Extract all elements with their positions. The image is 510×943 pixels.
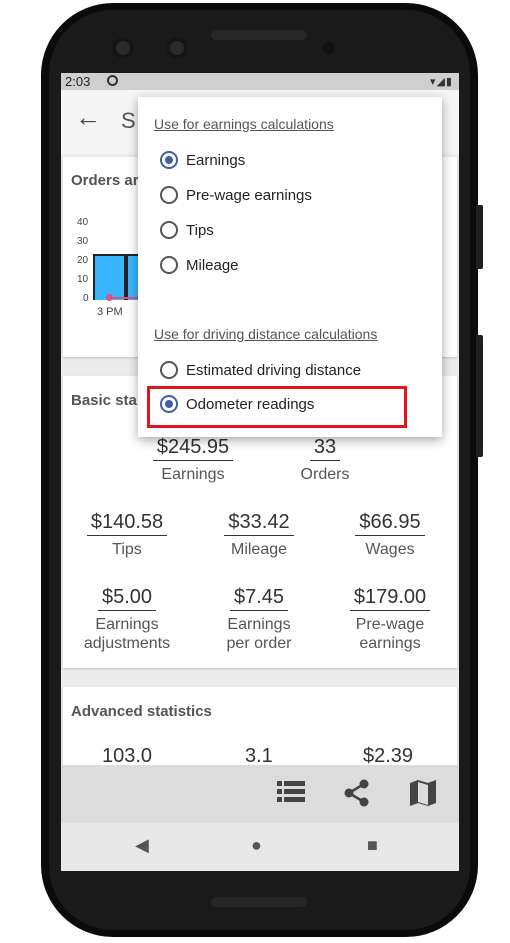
option-estimated-driving-distance[interactable]: Estimated driving distance (160, 359, 361, 381)
radio-unchecked[interactable] (160, 256, 178, 274)
radio-unchecked[interactable] (160, 221, 178, 239)
stat-label: Wages (365, 541, 415, 558)
stat-value: $140.58 (86, 511, 168, 536)
nav-recents-icon[interactable]: ■ (367, 835, 378, 856)
stat-label: Earnings (161, 466, 225, 483)
stat-value: $33.42 (224, 511, 294, 536)
status-time: 2:03 (65, 74, 91, 89)
front-camera-icon (112, 37, 134, 59)
android-nav-bar: ◀ ● ■ (61, 823, 459, 871)
volume-button (476, 205, 483, 269)
stat-wages: $66.95 Wages (330, 511, 450, 559)
nav-home-icon[interactable]: ● (251, 835, 262, 856)
sync-icon (107, 75, 118, 86)
proximity-sensor (323, 42, 335, 54)
orders-card-title: Orders ar (71, 172, 139, 189)
option-earnings[interactable]: Earnings (160, 149, 245, 171)
stat-value: 33 (309, 436, 341, 461)
y-tick-40: 40 (77, 217, 89, 228)
option-label: Pre-wage earnings (186, 186, 312, 204)
stat-label: Earnings per order (226, 616, 292, 652)
stat-value: $179.00 (349, 586, 431, 611)
option-label: Earnings (186, 151, 246, 169)
list-icon[interactable] (277, 779, 305, 805)
advanced-stats-title: Advanced statistics (71, 703, 212, 720)
status-bar: 2:03 ▾◢▮ (61, 73, 459, 90)
advanced-stats-card: Advanced statistics 103.0 3.1 $2.39 (63, 687, 457, 777)
map-icon[interactable] (409, 779, 437, 807)
bottom-speaker (211, 897, 307, 907)
option-label: Mileage (186, 256, 239, 274)
back-arrow-icon[interactable]: ← (75, 102, 101, 133)
share-icon[interactable] (344, 779, 370, 807)
y-tick-20: 20 (77, 255, 89, 266)
stat-label: Earnings adjustments (83, 616, 171, 652)
option-tips[interactable]: Tips (160, 219, 214, 241)
bottom-toolbar (61, 765, 459, 823)
stat-value: $5.00 (97, 586, 157, 611)
stat-value: $245.95 (152, 436, 234, 461)
stat-earnings: $245.95 Earnings (133, 436, 253, 484)
x-tick-label: 3 PM (97, 306, 123, 318)
stat-orders: 33 Orders (265, 436, 385, 484)
radio-unchecked[interactable] (160, 186, 178, 204)
stat-label: Orders (300, 466, 350, 483)
earnings-section-header: Use for earnings calculations (154, 116, 334, 132)
page-title: S (121, 108, 136, 133)
stat-mileage: $33.42 Mileage (199, 511, 319, 559)
stat-label: Mileage (230, 541, 288, 558)
y-tick-30: 30 (77, 236, 89, 247)
sensor-icon (166, 37, 188, 59)
chart-point (106, 294, 113, 301)
y-tick-0: 0 (83, 293, 89, 304)
option-pre-wage-earnings[interactable]: Pre-wage earnings (160, 184, 312, 206)
radio-unchecked[interactable] (160, 361, 178, 379)
stat-value: $7.45 (229, 586, 289, 611)
earpiece-speaker (211, 30, 307, 40)
option-label: Estimated driving distance (186, 361, 362, 379)
stat-earnings-adjustments: $5.00 Earnings adjustments (67, 586, 187, 653)
distance-section-header: Use for driving distance calculations (154, 326, 378, 342)
stat-earnings-per-order: $7.45 Earnings per order (199, 586, 319, 653)
stat-tips: $140.58 Tips (67, 511, 187, 559)
power-button (476, 335, 483, 457)
stat-value: $66.95 (355, 511, 425, 536)
option-label: Tips (186, 221, 214, 239)
stat-label: Pre-wage earnings (355, 616, 425, 652)
radio-checked[interactable] (160, 151, 178, 169)
basic-stats-title: Basic sta (71, 392, 137, 409)
nav-back-icon[interactable]: ◀ (135, 835, 149, 856)
stat-label: Tips (112, 541, 142, 558)
stat-pre-wage-earnings: $179.00 Pre-wage earnings (330, 586, 450, 653)
option-mileage[interactable]: Mileage (160, 254, 239, 276)
signal-battery-icons: ▾◢▮ (429, 76, 453, 88)
highlight-box (147, 386, 407, 428)
y-tick-10: 10 (77, 274, 89, 285)
